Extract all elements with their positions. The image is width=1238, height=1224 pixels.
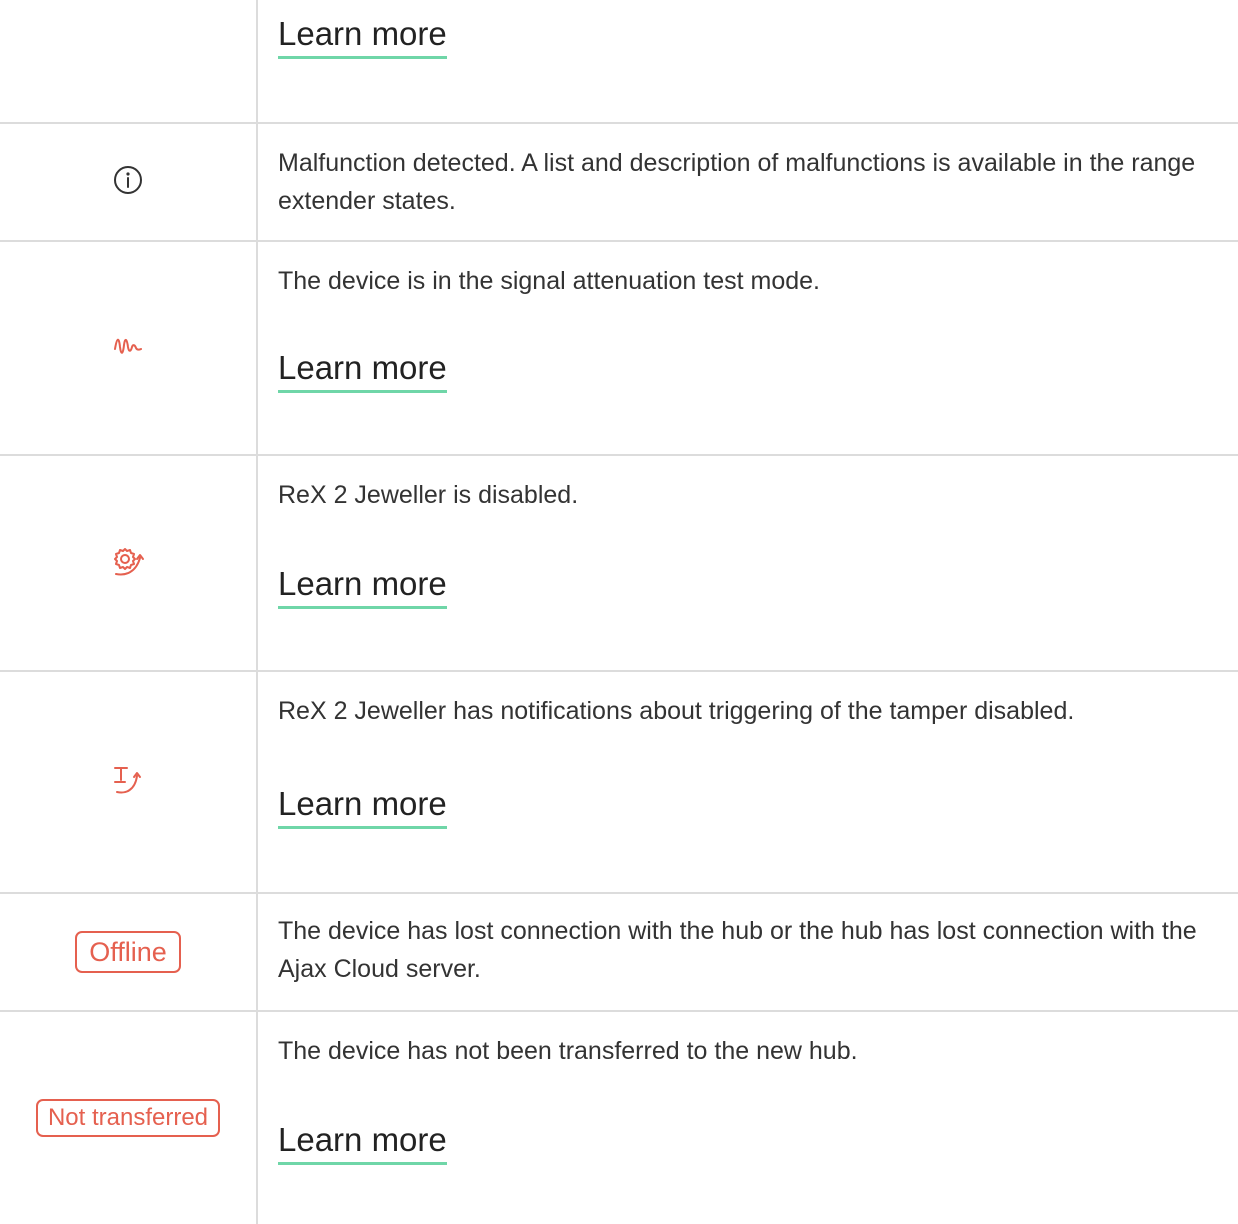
table-row: Malfunction detected. A list and descrip… <box>0 124 1238 240</box>
not-transferred-badge: Not transferred <box>35 1099 221 1137</box>
row-description: ReX 2 Jeweller has notifications about t… <box>278 697 1075 725</box>
row-description: ReX 2 Jeweller is disabled. <box>278 481 579 509</box>
row-text-cell: ReX 2 Jeweller is disabled. Learn more <box>278 456 1208 670</box>
learn-more-link[interactable]: Learn more <box>278 564 447 609</box>
table-row: ReX 2 Jeweller is disabled. Learn more <box>0 456 1238 670</box>
row-icon-cell <box>0 124 256 240</box>
table-row: The device is in the signal attenuation … <box>0 242 1238 454</box>
signal-wave-icon <box>113 335 143 362</box>
row-text-cell: Malfunction detected. A list and descrip… <box>278 124 1208 240</box>
row-icon-cell: Offline <box>0 894 256 1010</box>
row-icon-cell: Not transferred <box>0 1012 256 1224</box>
row-text-cell: Learn more <box>278 0 1208 122</box>
row-description: Malfunction detected. A list and descrip… <box>278 149 1196 215</box>
row-icon-cell <box>0 242 256 454</box>
row-text-cell: The device has not been transferred to t… <box>278 1012 1208 1224</box>
row-text-cell: The device is in the signal attenuation … <box>278 242 1208 454</box>
learn-more-link[interactable]: Learn more <box>278 14 447 59</box>
row-icon-cell <box>0 456 256 670</box>
offline-badge: Offline <box>75 931 181 973</box>
row-description: The device is in the signal attenuation … <box>278 267 820 295</box>
tamper-disabled-icon <box>111 764 145 801</box>
info-circle-icon <box>112 164 144 201</box>
row-description: The device has lost connection with the … <box>278 917 1197 983</box>
gear-disabled-icon <box>110 544 146 583</box>
table-row: Learn more <box>0 0 1238 122</box>
row-icon-cell <box>0 672 256 892</box>
row-text-cell: ReX 2 Jeweller has notifications about t… <box>278 672 1208 892</box>
learn-more-link[interactable]: Learn more <box>278 348 447 393</box>
learn-more-link[interactable]: Learn more <box>278 784 447 829</box>
table-row: ReX 2 Jeweller has notifications about t… <box>0 672 1238 892</box>
row-text-cell: The device has lost connection with the … <box>278 894 1208 1010</box>
table-row: Not transferred The device has not been … <box>0 1012 1238 1224</box>
row-description: The device has not been transferred to t… <box>278 1037 858 1065</box>
table-row: Offline The device has lost connection w… <box>0 894 1238 1010</box>
learn-more-link[interactable]: Learn more <box>278 1120 447 1165</box>
